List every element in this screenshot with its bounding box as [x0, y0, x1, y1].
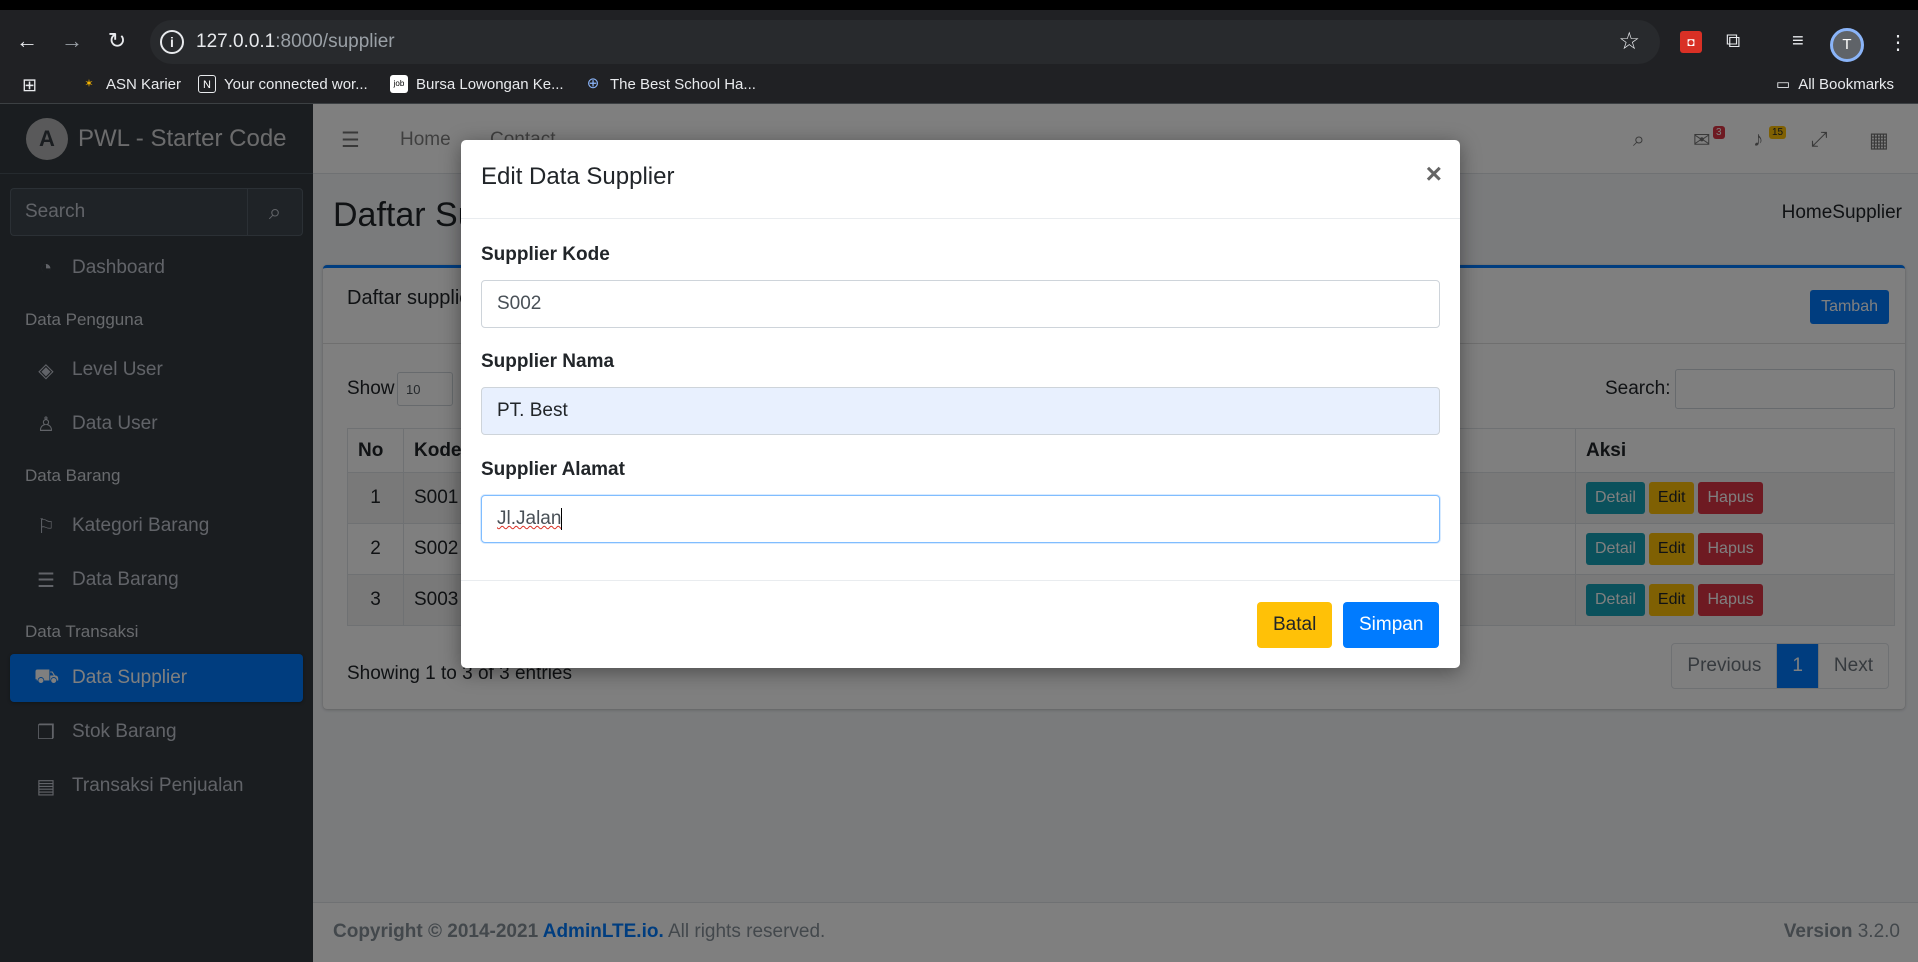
edit-supplier-modal: Edit Data Supplier × Supplier Kode S002 … — [461, 140, 1460, 668]
supplier-kode-input[interactable]: S002 — [481, 280, 1440, 328]
simpan-button[interactable]: Simpan — [1343, 602, 1440, 648]
address-bar[interactable]: i 127.0.0.1:8000/supplier ☆ — [150, 20, 1660, 64]
asn-icon: ✶ — [84, 78, 94, 90]
close-icon[interactable]: × — [1426, 158, 1442, 190]
extensions-puzzle-icon[interactable]: ⧉ — [1726, 30, 1740, 53]
back-icon[interactable]: ← — [15, 28, 39, 54]
notion-icon: N — [198, 75, 216, 93]
url-text[interactable]: 127.0.0.1:8000/supplier — [196, 31, 395, 53]
batal-button[interactable]: Batal — [1257, 602, 1333, 648]
supplier-nama-label: Supplier Nama — [481, 351, 615, 372]
modal-title: Edit Data Supplier — [481, 163, 675, 190]
supplier-kode-label: Supplier Kode — [481, 244, 610, 265]
modal-header: Edit Data Supplier × — [461, 140, 1460, 219]
bookmark-jobs[interactable]: job Bursa Lowongan Ke... — [390, 75, 564, 93]
bookmark-school[interactable]: ⊕ The Best School Ha... — [584, 75, 756, 93]
jobs-icon: job — [390, 75, 408, 93]
supplier-alamat-label: Supplier Alamat — [481, 459, 625, 480]
apps-grid-icon[interactable]: ⊞ — [22, 75, 37, 96]
bookmark-notion[interactable]: N Your connected wor... — [198, 75, 368, 93]
reload-icon[interactable]: ↻ — [105, 28, 129, 54]
forward-icon[interactable]: → — [60, 28, 84, 54]
modal-footer: Batal Simpan — [461, 580, 1460, 668]
profile-avatar[interactable]: T — [1830, 28, 1864, 62]
folder-icon: ▭ — [1776, 76, 1791, 93]
bookmarks-bar: ⊞ ✶ ASN Karier N Your connected wor... job… — [0, 64, 1918, 104]
bookmark-star-icon[interactable]: ☆ — [1618, 27, 1640, 56]
site-info-icon[interactable]: i — [160, 30, 184, 54]
supplier-nama-input[interactable]: PT. Best — [481, 387, 1440, 435]
bookmark-asn[interactable]: ✶ ASN Karier — [80, 75, 181, 93]
globe-icon: ⊕ — [586, 75, 600, 92]
all-bookmarks[interactable]: ▭ All Bookmarks — [1776, 75, 1894, 94]
media-control-icon[interactable]: ≡ — [1792, 30, 1804, 53]
text-caret — [561, 508, 563, 530]
supplier-alamat-input[interactable]: Jl.Jalan — [481, 495, 1440, 543]
extension-icon[interactable]: ◘ — [1680, 31, 1702, 53]
browser-toolbar: ← → ↻ i 127.0.0.1:8000/supplier ☆ ◘ ⧉ ≡ … — [0, 0, 1918, 64]
menu-kebab-icon[interactable]: ⋮ — [1888, 30, 1908, 55]
